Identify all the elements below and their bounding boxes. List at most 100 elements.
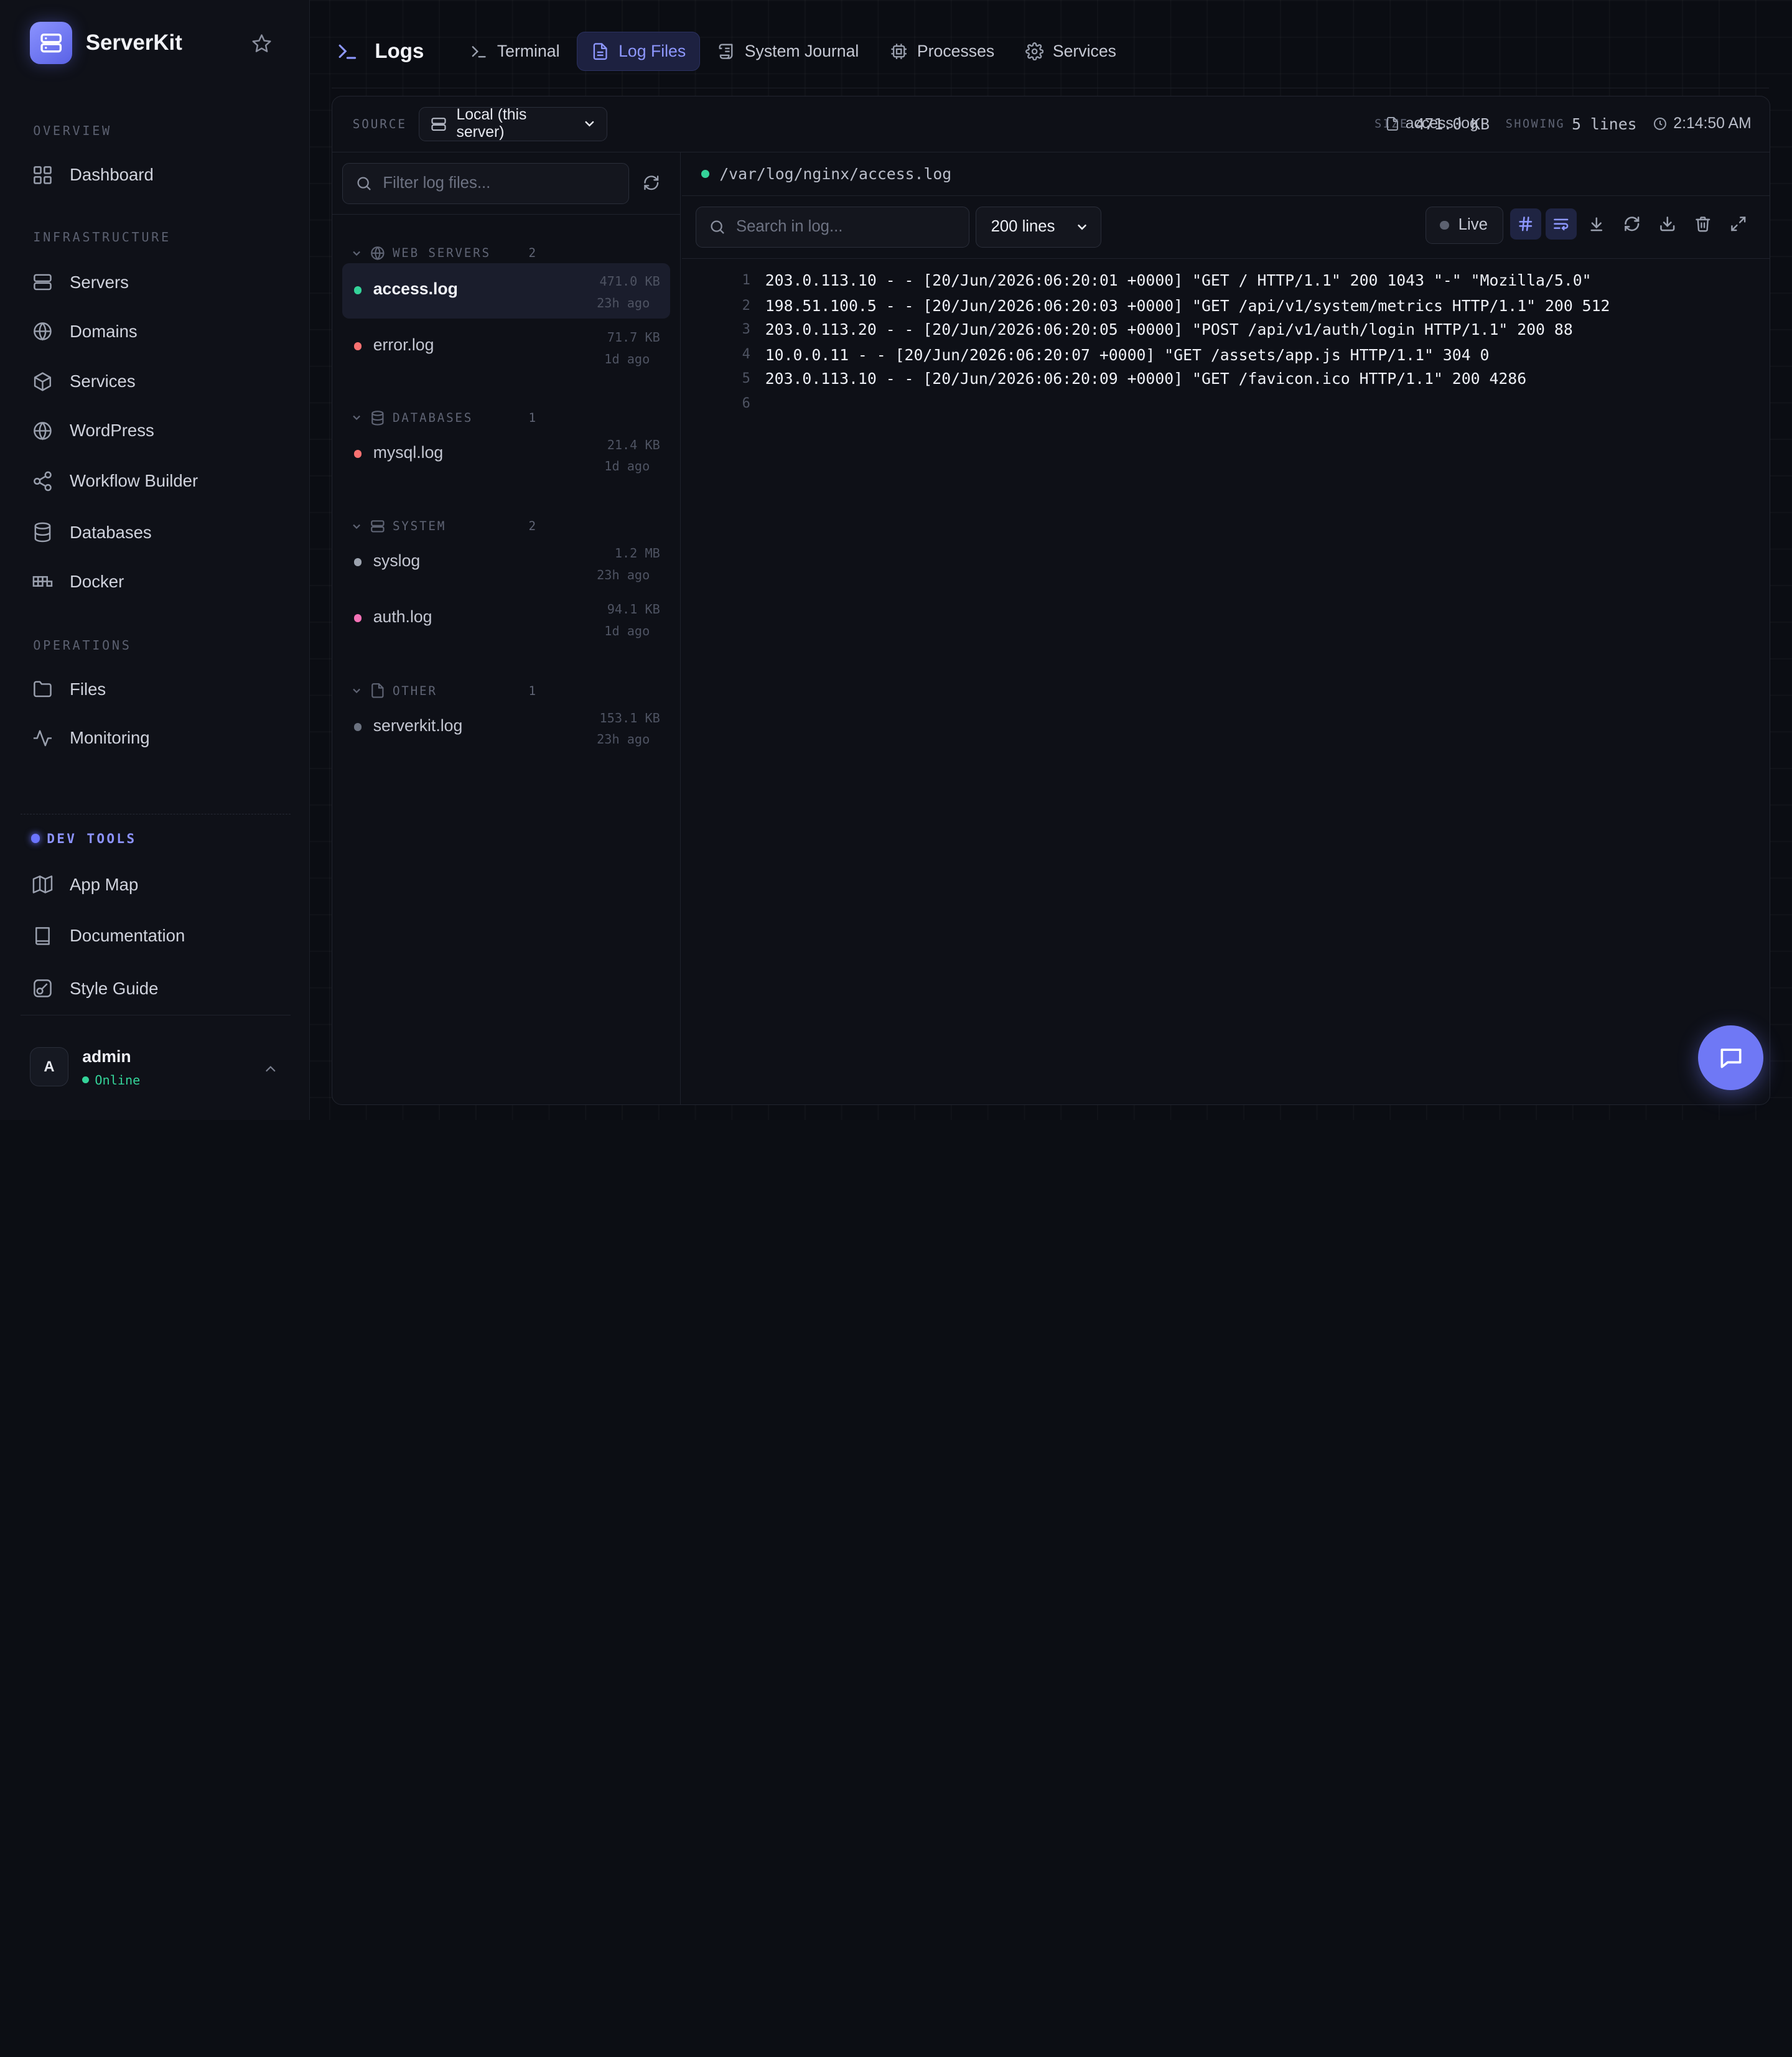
file-age: 1d ago — [604, 351, 650, 366]
group-count: 1 — [528, 410, 536, 425]
file-item-auth[interactable]: auth.log 94.1 KB 1d ago — [342, 592, 670, 646]
server-icon — [431, 117, 446, 131]
refresh-log-button[interactable] — [1617, 208, 1648, 240]
download-button[interactable] — [1652, 208, 1683, 240]
sidebar-item-domains[interactable]: Domains — [32, 318, 138, 345]
page-title-text: Logs — [375, 39, 424, 63]
sidebar-item-wordpress[interactable]: WordPress — [32, 417, 154, 444]
line-numbers-toggle[interactable] — [1510, 208, 1541, 240]
lines-select[interactable]: 200 lines — [975, 206, 1101, 248]
file-item-serverkit[interactable]: serverkit.log 153.1 KB 23h ago — [342, 700, 670, 755]
sidebar-item-dashboard[interactable]: Dashboard — [32, 161, 154, 189]
meta-file: access.log — [1385, 96, 1713, 151]
sidebar-item-servers[interactable]: Servers — [32, 269, 129, 296]
chevron-down-icon — [353, 689, 360, 694]
fullscreen-button[interactable] — [1723, 208, 1754, 240]
group-other[interactable]: OTHER 1 — [350, 683, 536, 699]
group-web-servers[interactable]: WEB SERVERS 2 — [350, 245, 536, 261]
tab-label: Log Files — [618, 42, 686, 61]
file-item-error[interactable]: error.log 71.7 KB 1d ago — [342, 319, 670, 374]
star-icon[interactable] — [251, 33, 272, 54]
chat-button[interactable] — [1698, 1025, 1764, 1091]
tab-services[interactable]: Services — [1012, 32, 1130, 70]
line-number: 3 — [742, 322, 750, 338]
scroll-icon — [719, 44, 733, 59]
expand-icon — [1731, 217, 1746, 231]
file-name: syslog — [373, 551, 421, 571]
sidebar-item-label: Docker — [70, 571, 124, 591]
log-search-input[interactable] — [735, 218, 953, 236]
sidebar-item-monitoring[interactable]: Monitoring — [32, 724, 150, 752]
sidebar-item-documentation[interactable]: Documentation — [32, 922, 185, 949]
source-select[interactable]: Local (this server) — [419, 106, 608, 141]
sidebar-item-files[interactable]: Files — [32, 675, 106, 702]
sidebar-item-label: Services — [70, 371, 136, 391]
lines-select-value: 200 lines — [991, 218, 1055, 236]
viewer-toolbar: 200 lines Live — [681, 196, 1770, 259]
file-name: access.log — [373, 279, 458, 299]
tab-terminal[interactable]: Terminal — [456, 32, 574, 70]
file-age: 1d ago — [604, 623, 650, 638]
log-search-field[interactable] — [695, 206, 970, 248]
source-select-value: Local (this server) — [456, 106, 527, 141]
terminal-icon — [472, 46, 486, 58]
folder-icon — [34, 681, 52, 697]
trash-icon — [1696, 217, 1710, 232]
panel-header: SOURCE Local (this server) access.log SI… — [332, 96, 1770, 153]
user-name: admin — [82, 1047, 131, 1066]
clear-log-button[interactable] — [1687, 208, 1719, 240]
file-size: 21.4 KB — [607, 437, 660, 452]
wrap-toggle[interactable] — [1546, 208, 1577, 240]
status-dot — [82, 1076, 90, 1084]
tab-processes[interactable]: Processes — [876, 32, 1008, 70]
file-meta: access.log SIZE 471.0 KB SHOWING 5 lines… — [1374, 115, 1752, 133]
live-label: Live — [1458, 216, 1488, 234]
user-menu[interactable]: A admin Online — [21, 1014, 291, 1120]
sidebar-item-services[interactable]: Services — [32, 368, 136, 395]
share-nodes-icon — [34, 471, 52, 492]
group-databases[interactable]: DATABASES 1 — [350, 410, 536, 426]
section-operations: OPERATIONS — [33, 637, 132, 653]
sidebar-item-docker[interactable]: Docker — [32, 568, 124, 595]
line-text: 203.0.113.10 - - [20/Jun/2026:06:20:01 +… — [765, 271, 1592, 290]
globe-icon — [34, 322, 52, 341]
sidebar-item-databases[interactable]: Databases — [32, 519, 152, 546]
tab-label: Terminal — [497, 42, 560, 61]
sidebar-item-label: Servers — [70, 272, 129, 292]
file-size: 94.1 KB — [607, 602, 660, 617]
log-path-bar: /var/log/nginx/access.log — [681, 152, 1770, 197]
file-item-mysql[interactable]: mysql.log 21.4 KB 1d ago — [342, 427, 670, 482]
refresh-icon[interactable] — [643, 174, 660, 192]
scroll-bottom-button[interactable] — [1581, 208, 1612, 240]
line-text: 198.51.100.5 - - [20/Jun/2026:06:20:03 +… — [765, 296, 1610, 315]
meta-file-name: access.log — [1405, 115, 1478, 133]
filter-input[interactable] — [383, 174, 612, 193]
group-system[interactable]: SYSTEM 2 — [350, 518, 536, 534]
tab-label: Processes — [917, 42, 995, 61]
file-name: serverkit.log — [373, 716, 463, 735]
brand[interactable]: ServerKit — [29, 21, 182, 64]
tab-log-files[interactable]: Log Files — [577, 32, 701, 71]
sidebar-item-label: App Map — [70, 874, 139, 894]
status-dot — [353, 449, 362, 458]
sidebar-item-style-guide[interactable]: Style Guide — [32, 975, 158, 1002]
sidebar-item-label: Monitoring — [70, 728, 150, 748]
map-icon — [33, 875, 53, 893]
chevron-up-icon[interactable] — [263, 1061, 279, 1077]
file-size: 71.7 KB — [607, 329, 660, 345]
tab-system-journal[interactable]: System Journal — [704, 32, 873, 70]
sidebar-item-workflow[interactable]: Workflow Builder — [32, 467, 198, 495]
status-dot — [353, 286, 362, 294]
sidebar-item-app-map[interactable]: App Map — [32, 871, 138, 898]
globe-icon — [371, 246, 385, 261]
group-label: WEB SERVERS — [392, 246, 491, 261]
file-item-syslog[interactable]: syslog 1.2 MB 23h ago — [342, 536, 670, 590]
file-name: auth.log — [373, 607, 432, 627]
refresh-icon — [1625, 217, 1640, 231]
file-size: 153.1 KB — [599, 710, 660, 725]
live-toggle[interactable]: Live — [1426, 206, 1504, 245]
file-item-access[interactable]: access.log 471.0 KB 23h ago — [342, 263, 671, 319]
group-label: OTHER — [392, 683, 437, 698]
sidebar-item-label: Databases — [70, 522, 152, 542]
filter-field[interactable] — [342, 162, 630, 204]
